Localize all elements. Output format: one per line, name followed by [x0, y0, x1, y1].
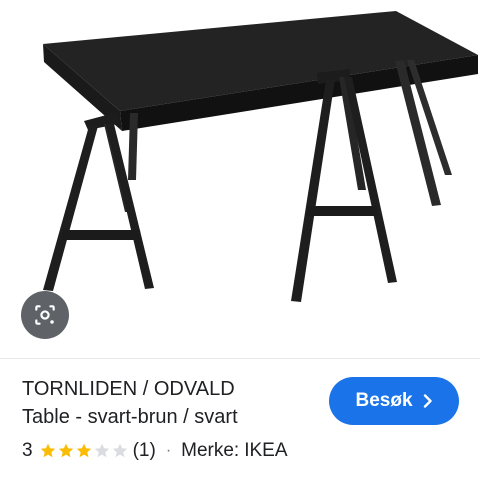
visit-button-label: Besøk: [355, 390, 413, 411]
rating-value: 3: [22, 440, 33, 461]
chevron-right-icon: [423, 394, 433, 408]
star-empty-icon: [112, 443, 127, 458]
separator-dot: ·: [165, 442, 172, 459]
product-image-area[interactable]: [0, 0, 480, 358]
product-title[interactable]: TORNLIDEN / ODVALD: [22, 376, 322, 403]
rating-stars: [39, 442, 129, 460]
brand-label: Merke:: [181, 440, 240, 461]
product-meta: 3 (1) · Merke: IKEA: [22, 440, 322, 462]
star-filled-icon: [40, 443, 55, 458]
star-filled-icon: [58, 443, 73, 458]
product-subtitle: Table - svart-brun / svart: [22, 406, 238, 428]
star-filled-icon: [76, 443, 91, 458]
brand-name: IKEA: [244, 440, 288, 461]
divider: [0, 358, 480, 359]
google-lens-button[interactable]: [21, 291, 69, 339]
review-count[interactable]: (1): [133, 440, 156, 462]
visit-button[interactable]: Besøk: [329, 377, 459, 425]
product-info[interactable]: TORNLIDEN / ODVALD Table - svart-brun / …: [22, 376, 322, 462]
google-lens-icon: [32, 302, 58, 328]
product-image: [43, 11, 478, 302]
star-empty-icon: [94, 443, 109, 458]
